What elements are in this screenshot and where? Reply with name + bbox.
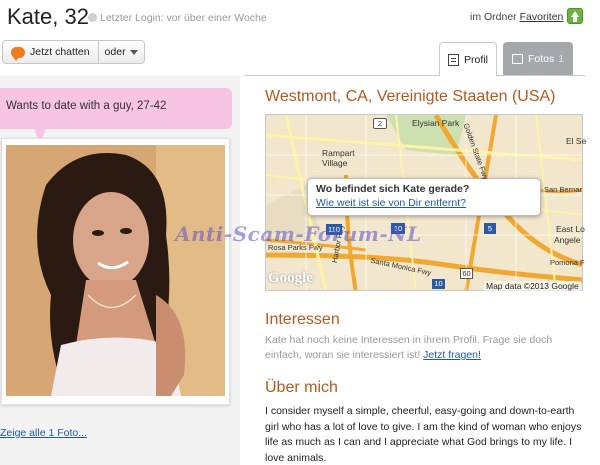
show-all-photos-link[interactable]: Zeige alle 1 Foto... [0,427,87,439]
profile-header: Kate, 32 Letzter Login: vor über einer W… [0,0,600,36]
tabs-divider [245,75,585,76]
online-status-icon [88,13,97,22]
profile-icon [448,53,460,66]
tab-profil[interactable]: Profil [439,42,497,76]
about-title: Über mich [265,379,338,396]
chat-button-label: Jetzt chatten [30,46,90,58]
map-shield-2: 2 [373,118,387,129]
ask-now-link[interactable]: Jetzt fragen! [423,349,481,361]
photos-icon [511,53,523,64]
map-label-elysian-park: Elysian Park [412,118,460,128]
profile-photo-frame[interactable] [1,138,230,405]
dropdown-label: oder [104,46,126,58]
more-actions-dropdown[interactable]: oder [99,41,144,63]
tab-fotos-count: 1 [558,52,565,65]
folder-prefix: im Ordner [470,11,517,23]
intent-bubble: Wants to date with a guy, 27-42 [0,88,232,129]
map-shield-60: 60 [460,268,473,279]
chevron-down-icon [129,49,138,55]
location-title: Westmont, CA, Vereinigte Staaten (USA) [265,88,556,105]
map-label-rampart-village: Rampart Village [322,148,355,168]
profile-photo-image [6,145,225,396]
profile-photo[interactable] [6,145,225,396]
tab-fotos-label: Fotos [527,52,555,65]
tab-fotos[interactable]: Fotos 1 [503,42,573,75]
map-label-pomona: Pomona F [550,258,585,267]
profile-name: Kate, 32 [7,4,89,29]
map-info-popup: Wo befindet sich Kate gerade? Wie weit i… [307,178,541,216]
favorites-link[interactable]: Favoriten [520,11,564,23]
distance-link[interactable]: Wie weit ist sie von Dir entfernt? [316,197,540,209]
map-label-angele: Angele [554,235,581,245]
map-shield-5: 5 [484,223,496,234]
tab-profil-label: Profil [464,53,488,66]
about-text: I consider myself a simple, cheerful, ea… [265,405,582,464]
chat-bubble-icon [11,46,25,61]
map-credit: Map data ©2013 Google [484,281,581,291]
chat-button[interactable]: Jetzt chatten [3,41,99,63]
map-popup-title: Wo befindet sich Kate gerade? [316,183,470,195]
interests-title: Interessen [265,311,340,328]
google-logo: Google [268,270,313,286]
chat-button-group: Jetzt chatten oder [2,40,145,64]
map-label-east-lo: East Lo [556,224,585,234]
watermark-text: Anti-Scam-Forum-NL [175,222,422,246]
interests-text: Kate hat noch keine Interessen in ihrem … [265,334,553,361]
last-login-text: Letzter Login: vor über einer Woche [100,12,267,24]
folder-info: im Ordner Favoriten [470,11,563,23]
map-label-san-bernar: San Bernar [544,185,582,194]
upload-arrow-icon[interactable] [567,8,583,24]
interests-text-block: Kate hat noch keine Interessen in ihrem … [265,333,585,363]
map-label-el-se: El Se [566,136,587,146]
map-shield-10b: 10 [432,279,445,289]
